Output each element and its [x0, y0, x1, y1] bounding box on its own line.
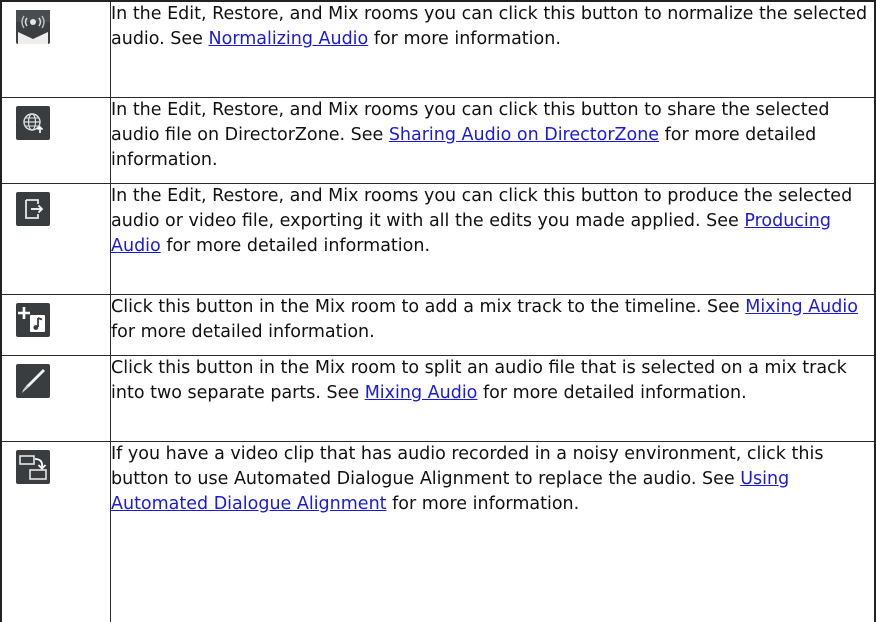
link-normalizing-audio[interactable]: Normalizing Audio [209, 29, 369, 49]
table-row: In the Edit, Restore, and Mix rooms you … [0, 182, 876, 295]
table-row: Click this button in the Mix room to spl… [0, 354, 876, 442]
split-audio-icon [16, 363, 50, 398]
description-text: Click this button in the Mix room to add… [111, 296, 746, 317]
table-row: In the Edit, Restore, and Mix rooms you … [0, 0, 876, 98]
description-text: If you have a video clip that has audio … [111, 443, 824, 489]
icon-cell [0, 293, 111, 356]
description-text: for more information. [368, 29, 561, 49]
icon-cell [0, 440, 111, 622]
row-description: In the Edit, Restore, and Mix rooms you … [110, 182, 876, 295]
row-description: Click this button in the Mix room to add… [110, 293, 876, 356]
icon-cell [0, 96, 111, 184]
row-description: If you have a video clip that has audio … [110, 440, 876, 622]
description-text: for more detailed information. [477, 382, 747, 403]
description-text: for more information. [386, 493, 580, 514]
description-text: In the Edit, Restore, and Mix rooms you … [111, 185, 853, 231]
icon-cell [0, 182, 111, 295]
table-row: Click this button in the Mix room to add… [0, 293, 876, 356]
link-sharing-audio-directorzone[interactable]: Sharing Audio on DirectorZone [389, 125, 659, 145]
table-row: In the Edit, Restore, and Mix rooms you … [0, 96, 876, 184]
row-description: In the Edit, Restore, and Mix rooms you … [110, 96, 876, 184]
icon-cell [0, 354, 111, 442]
share-directorzone-icon [16, 105, 50, 140]
link-mixing-audio[interactable]: Mixing Audio [365, 383, 478, 403]
row-description: Click this button in the Mix room to spl… [110, 354, 876, 442]
normalize-audio-icon [16, 10, 50, 44]
table-row: If you have a video clip that has audio … [0, 440, 876, 622]
link-mixing-audio[interactable]: Mixing Audio [745, 297, 858, 317]
description-text: for more detailed information. [160, 235, 431, 256]
produce-export-icon [16, 191, 50, 226]
row-description: In the Edit, Restore, and Mix rooms you … [110, 0, 876, 98]
icon-cell [0, 0, 111, 98]
button-reference-table: In the Edit, Restore, and Mix rooms you … [0, 0, 876, 622]
dialogue-alignment-icon [16, 449, 50, 484]
add-mix-track-icon [16, 302, 50, 337]
description-text: for more detailed information. [111, 321, 375, 342]
